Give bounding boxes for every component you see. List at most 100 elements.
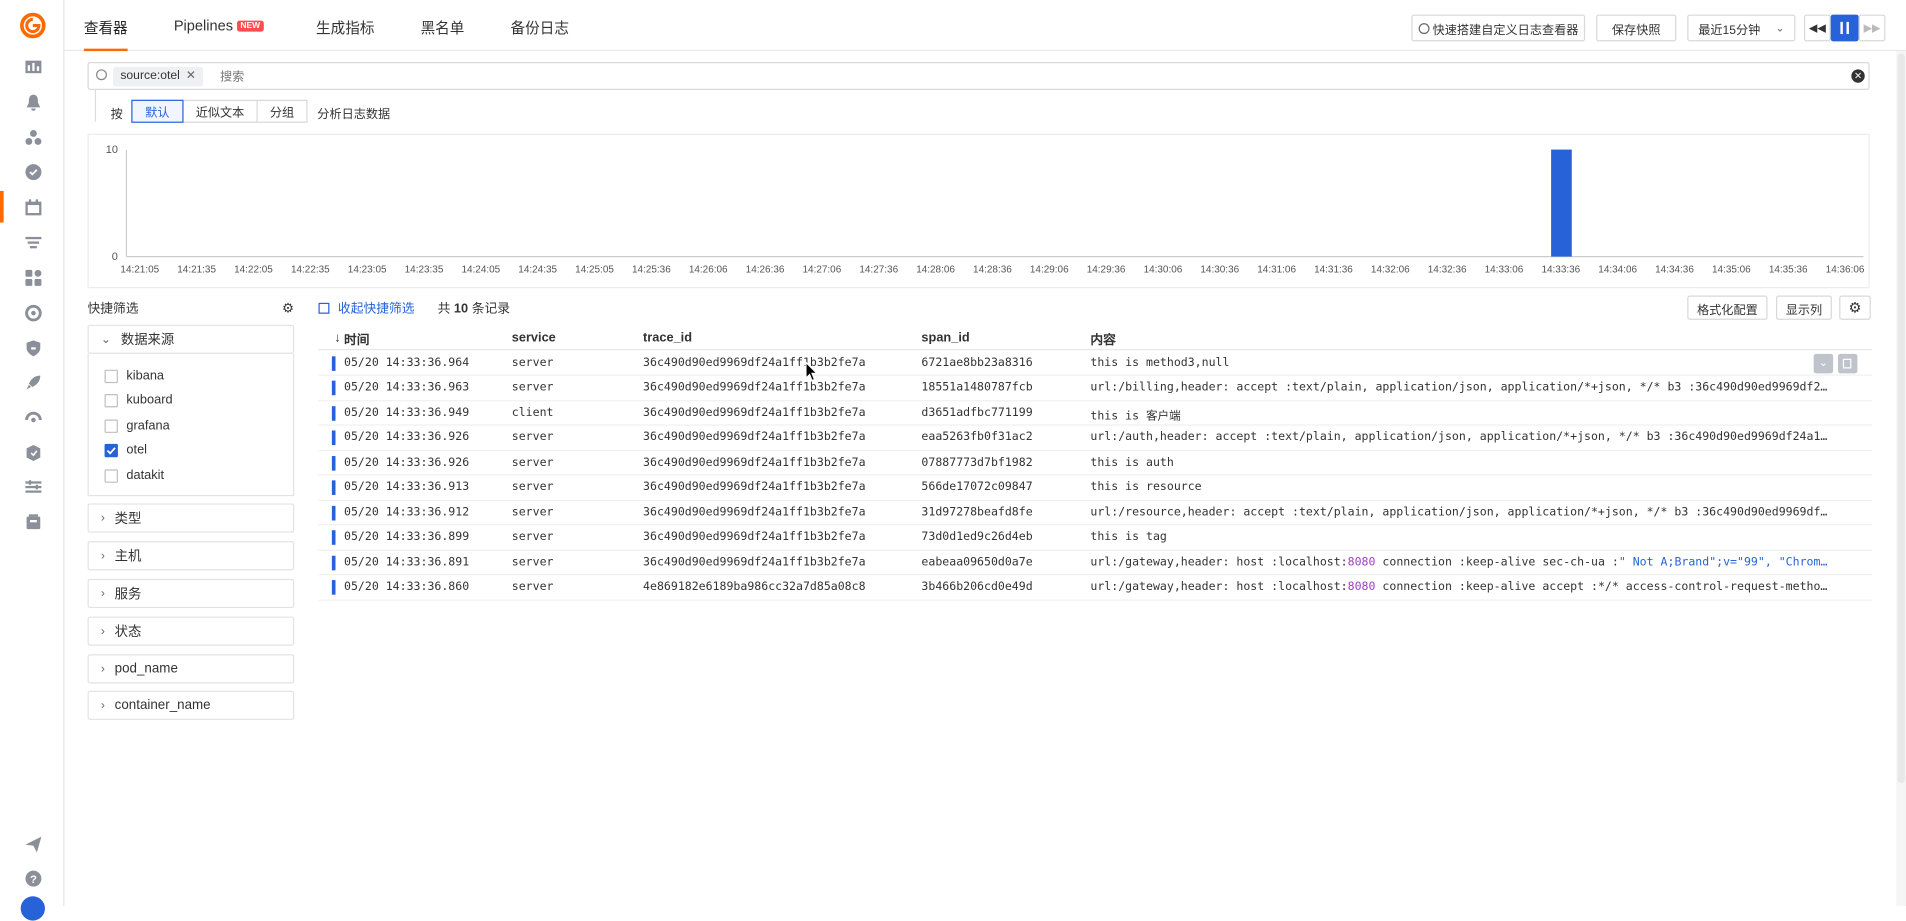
tab-backup-logs[interactable]: 备份日志	[511, 17, 569, 38]
table-row[interactable]: 05/20 14:33:36.949 client 36c490d90ed9969d…	[318, 401, 1873, 426]
column-header-service[interactable]: service	[512, 331, 556, 346]
table-row[interactable]: 05/20 14:33:36.926 server 36c490d90ed9969d…	[318, 451, 1873, 476]
column-header-span-id[interactable]: span_id	[921, 331, 969, 346]
source-item-otel[interactable]: otel	[104, 441, 147, 458]
tab-viewer[interactable]: 查看器	[84, 17, 128, 38]
avatar[interactable]	[20, 896, 45, 921]
rocket-icon[interactable]	[21, 370, 45, 394]
table-row[interactable]: 05/20 14:33:36.860 server 4e869182e6189ba9…	[318, 575, 1873, 601]
source-item-grafana[interactable]: grafana	[104, 417, 170, 434]
filter-list-icon[interactable]	[21, 230, 45, 254]
x-tick-label: 14:22:05	[234, 264, 273, 275]
column-header-time[interactable]: 时间	[344, 331, 370, 349]
row-expand-icon[interactable]: ⌄	[1813, 353, 1834, 374]
column-header-content[interactable]: 内容	[1090, 331, 1116, 349]
pause-button[interactable]	[1830, 14, 1859, 42]
facet-data-source[interactable]: ⌄ 数据来源	[87, 324, 295, 354]
clear-search-icon[interactable]: ✕	[1851, 69, 1865, 83]
table-settings-button[interactable]: ⚙	[1839, 295, 1871, 320]
source-item-kuboard[interactable]: kuboard	[104, 392, 173, 409]
facet-service[interactable]: › 服务	[87, 578, 295, 609]
settings-sliders-icon[interactable]	[21, 474, 45, 498]
source-filter-chip[interactable]: source:otel ✕	[113, 66, 204, 87]
alert-bell-icon[interactable]	[21, 90, 45, 114]
cell-service: server	[511, 580, 554, 594]
help-icon[interactable]: ?	[21, 866, 45, 890]
apps-icon[interactable]	[21, 265, 45, 289]
time-range-select[interactable]: 最近15分钟 ⌄	[1687, 14, 1796, 42]
table-row[interactable]: 05/20 14:33:36.963 server 36c490d90ed9969d…	[318, 376, 1873, 401]
synthetic-test-icon[interactable]	[21, 405, 45, 429]
collapse-quick-filter-link[interactable]: 收起快捷筛选	[318, 299, 415, 317]
x-tick-label: 14:24:05	[461, 264, 500, 275]
cell-trace-id: 36c490d90ed9969df24a1ff1b3b2fe7a	[643, 530, 866, 544]
tab-generate-metrics[interactable]: 生成指标	[316, 17, 374, 38]
source-item-datakit[interactable]: datakit	[104, 467, 164, 484]
analysis-option-default[interactable]: 默认	[131, 99, 184, 123]
analysis-option-similar-text[interactable]: 近似文本	[183, 99, 258, 123]
table-row[interactable]: 05/20 14:33:36.964 server 36c490d90ed9969d…	[318, 351, 1873, 376]
chip-close-icon[interactable]: ✕	[186, 69, 196, 82]
sort-desc-icon[interactable]: ↓	[334, 331, 340, 346]
checkbox[interactable]	[104, 393, 118, 407]
table-row[interactable]: 05/20 14:33:36.899 server 36c490d90ed9969d…	[318, 525, 1873, 551]
forward-button[interactable]: ▶▶	[1858, 14, 1886, 42]
copy-glyph-icon	[1842, 358, 1852, 369]
rewind-button[interactable]: ◀◀	[1803, 14, 1831, 42]
cell-trace-id: 36c490d90ed9969df24a1ff1b3b2fe7a	[643, 430, 866, 444]
rum-icon[interactable]	[21, 300, 45, 324]
histogram-bar	[1551, 149, 1572, 257]
cube-icon[interactable]	[21, 440, 45, 464]
save-snapshot-button[interactable]: 保存快照	[1596, 14, 1677, 42]
format-config-button[interactable]: 格式化配置	[1687, 295, 1768, 320]
quick-build-viewer-button[interactable]: 快速搭建自定义日志查看器	[1411, 14, 1586, 42]
x-tick-label: 14:21:35	[177, 264, 216, 275]
table-row[interactable]: 05/20 14:33:36.913 server 36c490d90ed9969d…	[318, 475, 1873, 501]
checkbox[interactable]	[104, 468, 118, 483]
analysis-option-group[interactable]: 分组	[257, 99, 308, 123]
checkbox-checked[interactable]	[104, 443, 118, 457]
x-tick-label: 14:25:05	[575, 264, 614, 275]
log-calendar-icon[interactable]	[21, 195, 45, 219]
cell-span-id: 31d97278beafd8fe	[921, 505, 1033, 519]
cell-content: url:/auth,header: accept :text/plain, ap…	[1090, 430, 1828, 444]
status-bar	[331, 480, 336, 495]
scrollbar-thumb[interactable]	[1897, 53, 1905, 784]
cell-content: url:/gateway,header: host :localhost:808…	[1090, 580, 1856, 593]
facet-container-name[interactable]: › container_name	[87, 690, 295, 720]
cell-service: server	[511, 455, 554, 469]
chevron-down-icon: ⌄	[100, 332, 112, 346]
x-tick-label: 14:35:06	[1712, 264, 1751, 275]
table-row[interactable]: 05/20 14:33:36.926 server 36c490d90ed9969d…	[318, 426, 1873, 451]
checkbox[interactable]	[104, 369, 118, 383]
facet-pod-name[interactable]: › pod_name	[87, 654, 295, 684]
table-row[interactable]: 05/20 14:33:36.912 server 36c490d90ed9969d…	[318, 500, 1873, 526]
cell-service: server	[511, 355, 554, 370]
source-item-kibana[interactable]: kibana	[104, 367, 164, 384]
rewind-icon: ◀◀	[1808, 21, 1826, 34]
x-tick-label: 14:34:36	[1655, 264, 1694, 275]
collapse-panel-icon	[318, 302, 330, 314]
tab-pipelines[interactable]: Pipelines NEW	[174, 17, 264, 34]
logo-icon[interactable]	[19, 12, 46, 39]
quick-filter-settings-icon[interactable]: ⚙	[282, 300, 294, 316]
search-bar[interactable]: source:otel ✕ ✕	[87, 62, 1870, 90]
infrastructure-icon[interactable]	[21, 125, 45, 149]
svg-text:?: ?	[29, 874, 36, 886]
table-row[interactable]: 05/20 14:33:36.891 server 36c490d90ed9969d…	[318, 550, 1873, 576]
dashboard-icon[interactable]	[21, 55, 45, 79]
facet-status[interactable]: › 状态	[87, 616, 295, 646]
security-shield-icon[interactable]	[21, 336, 45, 360]
search-input[interactable]	[220, 66, 1801, 87]
row-copy-icon[interactable]	[1837, 353, 1858, 374]
send-paper-plane-icon[interactable]	[21, 832, 45, 856]
column-header-trace-id[interactable]: trace_id	[643, 331, 692, 346]
tab-blacklist[interactable]: 黑名单	[421, 17, 465, 38]
apm-icon[interactable]	[21, 159, 45, 183]
integration-box-icon[interactable]	[21, 510, 45, 534]
analysis-prefix: 按	[110, 108, 123, 122]
show-columns-button[interactable]: 显示列	[1775, 295, 1832, 320]
checkbox[interactable]	[104, 418, 118, 433]
facet-type[interactable]: › 类型	[87, 503, 295, 533]
facet-host[interactable]: › 主机	[87, 541, 295, 571]
